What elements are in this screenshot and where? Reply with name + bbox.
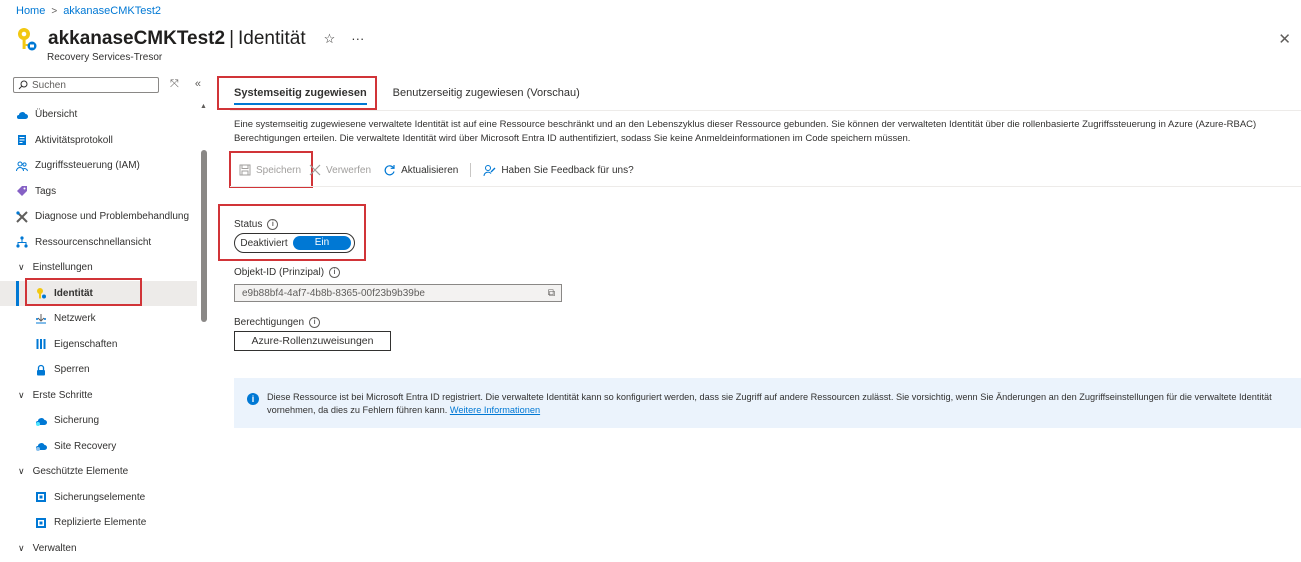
- feedback-icon: [483, 164, 496, 176]
- info-icon[interactable]: i: [267, 219, 279, 230]
- status-label: Status: [234, 219, 263, 230]
- network-icon: [36, 313, 46, 324]
- info-banner: i Diese Ressource ist bei Microsoft Entr…: [234, 378, 1301, 428]
- search-input[interactable]: Suchen: [13, 77, 159, 93]
- azure-role-assignments-button[interactable]: Azure-Rollenzuweisungen: [234, 331, 391, 351]
- command-bar: Speichern Verwerfen Aktualisieren Haben …: [239, 163, 634, 177]
- title-separator: |: [229, 28, 235, 49]
- sidebar-scrollbar[interactable]: [201, 150, 207, 322]
- sidebar-nav: Übersicht Aktivitätsprotokoll Zugriffsst…: [0, 102, 197, 561]
- copy-icon[interactable]: ⧉: [548, 288, 555, 299]
- description-text: Eine systemseitig zugewiesene verwaltete…: [234, 119, 1257, 144]
- breadcrumb-resource[interactable]: akkanaseCMKTest2: [63, 5, 161, 17]
- sidebar-item-replicated-items[interactable]: Replizierte Elemente: [0, 510, 197, 536]
- page-title: akkanaseCMKTest2 | Identität: [48, 28, 306, 50]
- learn-more-link[interactable]: Weitere Informationen: [450, 405, 540, 415]
- log-icon: [18, 135, 26, 146]
- refresh-button[interactable]: Aktualisieren: [383, 164, 458, 177]
- tab-system-assigned[interactable]: Systemseitig zugewiesen: [234, 86, 367, 105]
- chevron-right-icon: >: [51, 5, 58, 17]
- status-toggle[interactable]: Deaktiviert Ein: [234, 233, 355, 253]
- hierarchy-icon: [16, 236, 28, 248]
- favorite-star-icon[interactable]: ☆: [324, 31, 336, 47]
- sidebar-item-resource-visualizer[interactable]: Ressourcenschnellansicht: [0, 230, 197, 256]
- people-icon: [16, 161, 28, 171]
- collapse-menu-icon[interactable]: «: [195, 78, 201, 91]
- site-recovery-icon: [35, 443, 47, 452]
- tab-bar: Systemseitig zugewiesen Benutzerseitig z…: [234, 86, 580, 105]
- lock-icon: [37, 364, 45, 376]
- chevron-down-icon: ∨: [18, 389, 25, 400]
- save-label: Speichern: [256, 164, 302, 176]
- discard-label: Verwerfen: [326, 164, 372, 176]
- status-label-row: Status i: [234, 219, 279, 230]
- toolbar-separator: [470, 163, 472, 177]
- cloud-icon: [16, 111, 28, 119]
- replicated-items-icon: [36, 517, 46, 528]
- wrench-icon: [16, 211, 28, 223]
- object-id-value: e9b88bf4-4af7-4b8b-8365-00f23b9b39be: [242, 287, 425, 299]
- backup-items-icon: [36, 492, 46, 503]
- feedback-button[interactable]: Haben Sie Feedback für uns?: [483, 164, 634, 177]
- sidebar-group-getting-started[interactable]: ∨ Erste Schritte: [0, 383, 197, 409]
- sidebar-item-tags[interactable]: Tags: [0, 179, 197, 205]
- tab-user-assigned[interactable]: Benutzerseitig zugewiesen (Vorschau): [393, 86, 580, 105]
- sidebar-item-overview[interactable]: Übersicht: [0, 102, 197, 128]
- chevron-down-icon: ∨: [18, 466, 25, 477]
- resource-name: akkanaseCMKTest2: [48, 28, 226, 49]
- sidebar-item-site-recovery[interactable]: Site Recovery: [0, 434, 197, 460]
- clear-filter-icon[interactable]: ⤧: [170, 78, 179, 91]
- sidebar-group-manage[interactable]: ∨ Verwalten: [0, 536, 197, 562]
- highlight-identity: [25, 278, 142, 306]
- permissions-label-row: Berechtigungen i: [234, 317, 321, 328]
- close-icon: [309, 164, 321, 176]
- object-id-field[interactable]: e9b88bf4-4af7-4b8b-8365-00f23b9b39be ⧉: [234, 284, 562, 302]
- sidebar-group-protected-items[interactable]: ∨ Geschützte Elemente: [0, 459, 197, 485]
- tab-divider: [230, 110, 1301, 111]
- search-icon: [18, 80, 28, 90]
- close-icon[interactable]: ✕: [1278, 30, 1291, 48]
- object-id-label: Objekt-ID (Prinzipal): [234, 267, 325, 278]
- sidebar-item-locks[interactable]: Sperren: [0, 357, 197, 383]
- sidebar-item-diagnose[interactable]: Diagnose und Problembehandlung: [0, 204, 197, 230]
- sidebar-item-network[interactable]: Netzwerk: [0, 306, 197, 332]
- sidebar-item-backup[interactable]: Sicherung: [0, 408, 197, 434]
- sidebar-item-properties[interactable]: Eigenschaften: [0, 332, 197, 358]
- properties-icon: [36, 339, 46, 350]
- info-banner-text: Diese Ressource ist bei Microsoft Entra …: [267, 391, 1287, 417]
- refresh-icon: [384, 164, 395, 175]
- info-filled-icon: i: [247, 393, 259, 405]
- permissions-label: Berechtigungen: [234, 317, 305, 328]
- save-button[interactable]: Speichern: [239, 164, 301, 176]
- feedback-label: Haben Sie Feedback für uns?: [501, 164, 634, 176]
- discard-button[interactable]: Verwerfen: [309, 164, 371, 176]
- info-icon[interactable]: i: [329, 267, 341, 278]
- backup-icon: [35, 417, 47, 426]
- more-options-icon[interactable]: ···: [351, 31, 364, 47]
- chevron-down-icon: ∨: [18, 262, 25, 273]
- chevron-down-icon: ∨: [18, 542, 25, 553]
- toolbar-divider: [230, 186, 1301, 187]
- resource-type: Recovery Services-Tresor: [47, 52, 163, 63]
- refresh-label: Aktualisieren: [401, 164, 459, 176]
- sidebar-item-activity-log[interactable]: Aktivitätsprotokoll: [0, 128, 197, 154]
- info-icon[interactable]: i: [309, 317, 321, 328]
- scroll-up-icon[interactable]: ▲: [200, 103, 207, 110]
- sidebar-group-settings[interactable]: ∨ Einstellungen: [0, 255, 197, 281]
- status-off-option[interactable]: Deaktiviert: [235, 238, 293, 249]
- status-on-option[interactable]: Ein: [293, 236, 351, 250]
- breadcrumb: Home > akkanaseCMKTest2: [16, 5, 161, 17]
- page-header: akkanaseCMKTest2 | Identität ☆ ···: [16, 26, 364, 52]
- save-icon: [239, 164, 251, 176]
- sidebar-item-backup-items[interactable]: Sicherungselemente: [0, 485, 197, 511]
- sidebar-item-iam[interactable]: Zugriffssteuerung (IAM): [0, 153, 197, 179]
- info-banner-message: Diese Ressource ist bei Microsoft Entra …: [267, 392, 1272, 415]
- object-id-label-row: Objekt-ID (Prinzipal) i: [234, 267, 341, 278]
- blade-title: Identität: [238, 28, 306, 49]
- tag-icon: [17, 186, 27, 197]
- search-placeholder: Suchen: [32, 79, 66, 91]
- breadcrumb-home[interactable]: Home: [16, 5, 45, 17]
- key-vault-icon: [18, 28, 37, 51]
